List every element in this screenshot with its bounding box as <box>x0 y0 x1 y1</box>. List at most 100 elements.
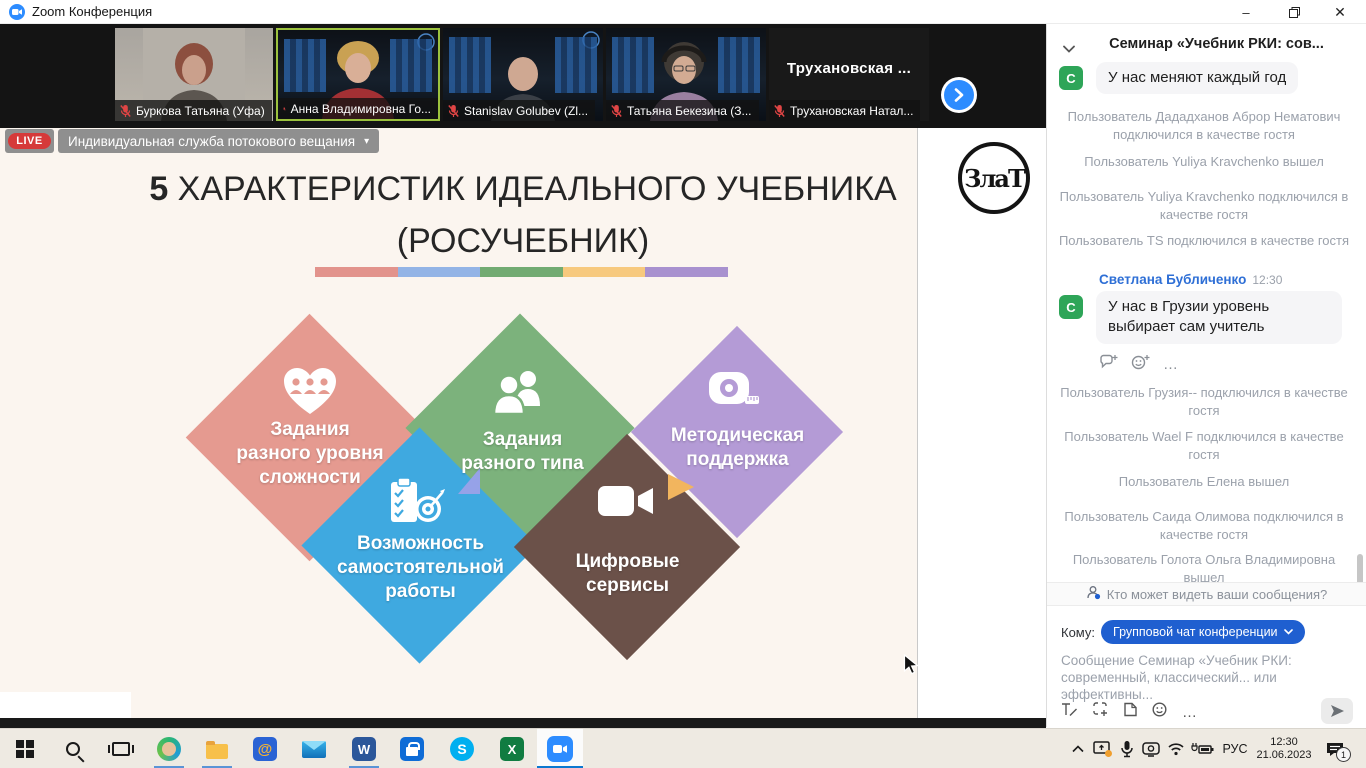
send-button[interactable] <box>1321 698 1353 724</box>
taskbar-store[interactable] <box>389 729 435 768</box>
taskbar-browser-profile[interactable] <box>146 729 192 768</box>
recipient-value: Групповой чат конференции <box>1113 625 1278 639</box>
system-message: Пользователь Дададханов Аброр Нематович … <box>1055 108 1353 143</box>
system-message: Пользователь Wael F подключился в качест… <box>1055 428 1353 463</box>
more-icon[interactable]: … <box>1182 704 1198 721</box>
message-input[interactable]: Сообщение Семинар «Учебник РКИ: современ… <box>1061 652 1357 703</box>
word-icon: W <box>352 737 376 761</box>
person-privacy-icon <box>1086 585 1101 603</box>
slide-title-line1: 5 ХАРАКТЕРИСТИК ИДЕАЛЬНОГО УЧЕБНИКА <box>133 170 913 209</box>
taskbar-search-button[interactable] <box>50 729 96 768</box>
battery-icon[interactable] <box>1188 729 1216 768</box>
color-bar-segment <box>480 267 563 277</box>
system-message: Пользователь Елена вышел <box>1055 473 1353 491</box>
taskbar-mail[interactable] <box>291 729 337 768</box>
restore-button[interactable] <box>1276 0 1312 24</box>
language-indicator[interactable]: РУС <box>1218 729 1252 768</box>
message-actions: … <box>1099 354 1179 375</box>
taskbar-clock[interactable]: 12:30 21.06.2023 <box>1252 729 1316 768</box>
browser-profile-icon <box>157 737 181 761</box>
mic-muted-icon <box>448 104 459 118</box>
system-message: Пользователь Yuliya Kravchenko вышел <box>1055 153 1353 171</box>
send-plane-icon <box>1330 704 1345 718</box>
file-explorer-icon <box>206 744 228 759</box>
tray-chevron-up[interactable] <box>1066 729 1090 768</box>
taskbar-excel[interactable]: X <box>489 729 535 768</box>
more-icon[interactable]: … <box>1163 356 1179 373</box>
live-badge: LIVE <box>8 133 50 149</box>
next-participants-button[interactable] <box>941 77 977 113</box>
screen-share-icon[interactable] <box>1090 729 1116 768</box>
mail-icon <box>302 741 326 758</box>
task-view-button[interactable] <box>98 729 144 768</box>
zoom-icon <box>547 736 573 762</box>
recipient-dropdown[interactable]: Групповой чат конференции <box>1101 620 1305 644</box>
notification-count-badge: 1 <box>1336 747 1351 762</box>
minimize-button[interactable]: – <box>1228 0 1264 24</box>
people-icon <box>492 366 546 421</box>
slide-color-bar <box>315 267 728 277</box>
mic-muted-icon <box>120 104 131 118</box>
skype-icon: S <box>450 737 474 761</box>
notification-button[interactable]: 1 <box>1320 729 1350 768</box>
participant-name-label: Анна Владимировна Го... <box>278 98 438 119</box>
file-icon[interactable] <box>1124 702 1137 722</box>
mic-muted-icon <box>611 104 622 118</box>
video-tile-burkova[interactable]: Буркова Татьяна (Уфа) <box>115 28 273 121</box>
excel-icon: X <box>500 737 524 761</box>
chat-message-bubble[interactable]: У нас меняют каждый год <box>1096 62 1298 94</box>
color-bar-segment <box>315 267 398 277</box>
composer-toolbar: … <box>1061 702 1198 722</box>
sender-name: Светлана Бубличенко <box>1099 272 1246 287</box>
chat-message-bubble[interactable]: У нас в Грузии уровень выбирает сам учит… <box>1096 291 1342 344</box>
participant-name: Татьяна Бекезина (З... <box>627 104 752 118</box>
store-icon <box>400 737 424 761</box>
video-tile-golubev[interactable]: Stanislav Golubev (Zl... <box>443 28 603 121</box>
microphone-icon[interactable] <box>1116 729 1138 768</box>
wifi-icon[interactable] <box>1164 729 1188 768</box>
taskbar-skype[interactable]: S <box>439 729 485 768</box>
chevron-down-icon[interactable] <box>1063 40 1075 58</box>
close-button[interactable]: ✕ <box>1322 0 1358 24</box>
system-message: Пользователь Yuliya Kravchenko подключил… <box>1055 188 1353 223</box>
video-camera-icon <box>597 483 655 528</box>
taskbar-file-explorer[interactable] <box>194 729 240 768</box>
video-tile-trukhanovskaya[interactable]: Трухановская ... Трухановская Натал... <box>769 28 929 121</box>
diamond-label: Цифровые сервисы <box>545 550 710 598</box>
participant-name-label: Stanislav Golubev (Zl... <box>443 100 595 121</box>
video-tile-anna-active[interactable]: Анна Владимировна Го... <box>276 28 440 121</box>
stream-service-dropdown[interactable]: Индивидуальная служба потокового вещания… <box>58 129 379 153</box>
taskbar-mailru[interactable]: @ <box>242 729 288 768</box>
taskbar-zoom-active[interactable] <box>537 729 583 768</box>
reply-plus-icon[interactable] <box>1099 354 1118 375</box>
mouse-cursor <box>903 654 919 681</box>
start-icon <box>16 740 34 758</box>
clock-time: 12:30 <box>1270 736 1298 749</box>
video-tile-bekezina[interactable]: Татьяна Бекезина (З... <box>606 28 766 121</box>
slide-title-number: 5 <box>149 170 168 208</box>
participant-name: Буркова Татьяна (Уфа) <box>136 104 265 118</box>
window-titlebar: Zoom Конференция – ✕ <box>0 0 1366 24</box>
emoji-plus-icon[interactable] <box>1131 354 1150 375</box>
slide-side-column <box>917 128 1046 718</box>
taskbar-word[interactable]: W <box>341 729 387 768</box>
format-text-icon[interactable] <box>1061 702 1078 722</box>
diamond-label: Задания разного уровня сложности <box>200 418 420 489</box>
message-sender: Светлана Бубличенко12:30 <box>1099 272 1282 287</box>
to-label: Кому: <box>1061 625 1095 640</box>
slide-title-line2: (РОСУЧЕБНИК) <box>133 222 913 261</box>
participant-name: Stanislav Golubev (Zl... <box>464 104 588 118</box>
start-button[interactable] <box>2 729 48 768</box>
message-visibility-note[interactable]: Кто может видеть ваши сообщения? <box>1047 582 1366 606</box>
color-bar-segment <box>398 267 481 277</box>
screenshot-icon[interactable] <box>1093 702 1109 722</box>
task-view-icon <box>112 742 130 756</box>
emoji-icon[interactable] <box>1152 702 1167 722</box>
mic-muted-icon <box>774 104 785 118</box>
mic-muted-icon <box>283 102 286 116</box>
system-message: Пользователь TS подключился в качестве г… <box>1055 232 1353 250</box>
screen-bottom-bar <box>0 718 1046 728</box>
camera-icon[interactable] <box>1138 729 1164 768</box>
color-bar-segment <box>563 267 646 277</box>
zoom-camera-icon <box>9 4 25 20</box>
